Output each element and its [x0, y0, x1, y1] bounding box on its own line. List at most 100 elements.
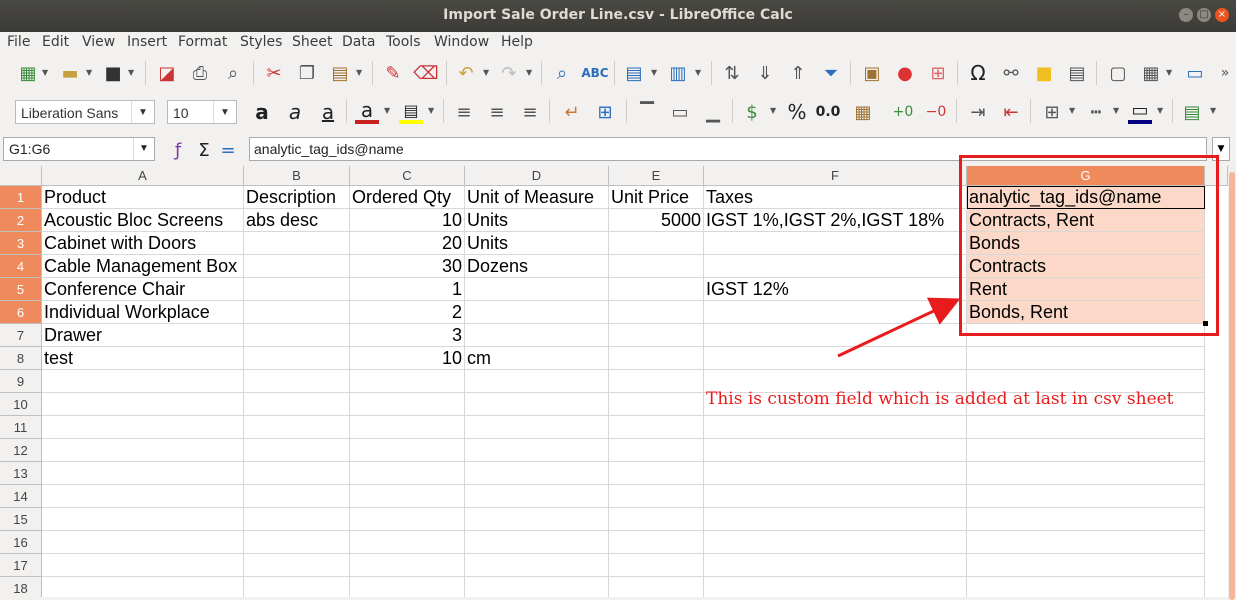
empty-cell[interactable]: [704, 577, 967, 597]
maximize-icon[interactable]: □: [1197, 8, 1211, 22]
row-header[interactable]: 16: [0, 531, 42, 554]
empty-cell[interactable]: [350, 577, 465, 597]
chevron-down-icon[interactable]: ▼: [770, 106, 776, 115]
cell-b1[interactable]: Description: [244, 186, 350, 209]
empty-cell[interactable]: [350, 370, 465, 393]
chevron-down-icon[interactable]: ▼: [133, 138, 154, 160]
cut-icon[interactable]: ✂: [262, 61, 286, 85]
sum-icon[interactable]: Σ: [192, 138, 216, 162]
row-header[interactable]: 6: [0, 301, 42, 324]
cell-a6[interactable]: Individual Workplace: [42, 301, 244, 324]
sort-ascending-icon[interactable]: ⇑: [786, 61, 810, 85]
empty-cell[interactable]: [42, 439, 244, 462]
vertical-scrollbar[interactable]: [1228, 164, 1236, 600]
align-middle-icon[interactable]: ▭: [668, 100, 692, 124]
empty-cell[interactable]: [244, 370, 350, 393]
column-header-d[interactable]: D: [465, 166, 609, 186]
print-preview-icon[interactable]: ⌕: [221, 61, 245, 85]
empty-cell[interactable]: [609, 531, 704, 554]
empty-cell[interactable]: [609, 393, 704, 416]
cell-d5[interactable]: [465, 278, 609, 301]
empty-cell[interactable]: [967, 577, 1205, 597]
cell-c3[interactable]: 20: [350, 232, 465, 255]
cell-d8[interactable]: cm: [465, 347, 609, 370]
sort-descending-icon[interactable]: ⇓: [753, 61, 777, 85]
cell-a7[interactable]: Drawer: [42, 324, 244, 347]
column-header-f[interactable]: F: [704, 166, 967, 186]
find-replace-icon[interactable]: ⌕: [550, 61, 574, 85]
cell-a8[interactable]: test: [42, 347, 244, 370]
row-header[interactable]: 15: [0, 508, 42, 531]
empty-cell[interactable]: [350, 531, 465, 554]
border-color-icon[interactable]: ▭: [1128, 100, 1152, 124]
empty-cell[interactable]: [609, 439, 704, 462]
function-wizard-icon[interactable]: ƒ: [166, 138, 190, 162]
chevron-down-icon[interactable]: ▼: [695, 68, 701, 77]
chevron-down-icon[interactable]: ▼: [1113, 106, 1119, 115]
align-right-icon[interactable]: ≡: [518, 100, 542, 124]
empty-cell[interactable]: [42, 554, 244, 577]
more-options-icon[interactable]: »: [1213, 61, 1236, 85]
copy-icon[interactable]: ❐: [295, 61, 319, 85]
save-icon[interactable]: ■: [101, 61, 125, 85]
chevron-down-icon[interactable]: ▼: [1157, 106, 1163, 115]
chevron-down-icon[interactable]: ▼: [131, 101, 154, 123]
cell-e3[interactable]: [609, 232, 704, 255]
empty-cell[interactable]: [465, 439, 609, 462]
empty-cell[interactable]: [465, 485, 609, 508]
new-document-icon[interactable]: ▦: [16, 61, 40, 85]
cell-e1[interactable]: Unit Price: [609, 186, 704, 209]
column-header-e[interactable]: E: [609, 166, 704, 186]
special-character-icon[interactable]: Ω: [966, 61, 990, 85]
column-header-c[interactable]: C: [350, 166, 465, 186]
chevron-down-icon[interactable]: ▼: [651, 68, 657, 77]
menu-edit[interactable]: Edit: [42, 34, 69, 50]
cell-f6[interactable]: [704, 301, 967, 324]
align-center-icon[interactable]: ≡: [485, 100, 509, 124]
align-bottom-icon[interactable]: ▁: [701, 100, 725, 124]
menu-insert[interactable]: Insert: [127, 34, 167, 50]
cell-f1[interactable]: Taxes: [704, 186, 967, 209]
empty-cell[interactable]: [704, 485, 967, 508]
increase-indent-icon[interactable]: ⇥: [966, 100, 990, 124]
empty-cell[interactable]: [350, 462, 465, 485]
select-all-corner[interactable]: [0, 166, 42, 186]
column-header-b[interactable]: B: [244, 166, 350, 186]
name-box[interactable]: G1:G6 ▼: [3, 137, 155, 161]
empty-cell[interactable]: [244, 439, 350, 462]
cell-e6[interactable]: [609, 301, 704, 324]
sort-icon[interactable]: ⇅: [720, 61, 744, 85]
menu-tools[interactable]: Tools: [386, 34, 421, 50]
cell-d3[interactable]: Units: [465, 232, 609, 255]
menu-help[interactable]: Help: [501, 34, 533, 50]
cell-c2[interactable]: 10: [350, 209, 465, 232]
cell-a4[interactable]: Cable Management Box: [42, 255, 244, 278]
menu-styles[interactable]: Styles: [240, 34, 282, 50]
chevron-down-icon[interactable]: ▼: [213, 101, 236, 123]
cell-f4[interactable]: [704, 255, 967, 278]
empty-cell[interactable]: [609, 508, 704, 531]
chevron-down-icon[interactable]: ▼: [128, 68, 134, 77]
undo-icon[interactable]: ↶: [454, 61, 478, 85]
empty-cell[interactable]: [609, 416, 704, 439]
row-header[interactable]: 18: [0, 577, 42, 597]
open-folder-icon[interactable]: ▬: [58, 61, 82, 85]
export-pdf-icon[interactable]: ◪: [155, 61, 179, 85]
menu-sheet[interactable]: Sheet: [292, 34, 332, 50]
chevron-down-icon[interactable]: ▼: [1069, 106, 1075, 115]
empty-cell[interactable]: [704, 416, 967, 439]
empty-cell[interactable]: [967, 439, 1205, 462]
empty-cell[interactable]: [244, 416, 350, 439]
cell-c8[interactable]: 10: [350, 347, 465, 370]
currency-format-icon[interactable]: $: [740, 100, 764, 124]
add-decimal-icon[interactable]: +0: [891, 100, 915, 124]
empty-cell[interactable]: [609, 370, 704, 393]
cell-b3[interactable]: [244, 232, 350, 255]
cell-c7[interactable]: 3: [350, 324, 465, 347]
close-icon[interactable]: ×: [1215, 8, 1229, 22]
bold-icon[interactable]: a: [250, 100, 274, 124]
empty-cell[interactable]: [42, 577, 244, 597]
align-left-icon[interactable]: ≡: [452, 100, 476, 124]
date-format-icon[interactable]: ▦: [851, 100, 875, 124]
empty-cell[interactable]: [244, 485, 350, 508]
